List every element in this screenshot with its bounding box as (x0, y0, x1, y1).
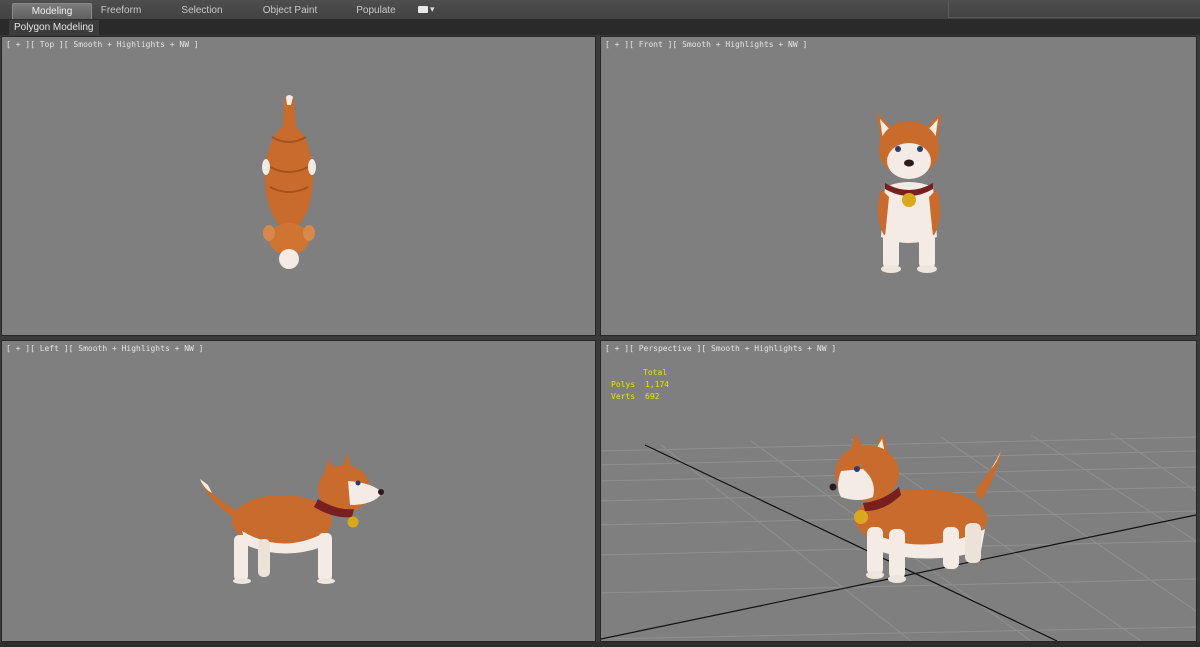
stats-header: Total (643, 368, 668, 377)
stats-overlay: Total Polys 1,174 Verts 692 (611, 367, 669, 403)
stats-polys-label: Polys (611, 380, 636, 389)
dog-model-left-view (200, 453, 384, 584)
viewport-front[interactable]: [ + ][ Front ][ Smooth + Highlights + NW… (600, 36, 1197, 336)
status-bar-strip (0, 642, 1200, 647)
dog-model-perspective (829, 433, 1001, 583)
viewport-left[interactable]: [ + ][ Left ][ Smooth + Highlights + NW … (1, 340, 596, 642)
tab-object-paint[interactable]: Object Paint (252, 3, 328, 18)
ribbon-subpanel: Polygon Modeling (0, 20, 1200, 35)
ribbon-options-icon[interactable]: ▾ (418, 4, 440, 16)
stats-polys-value: 1,174 (645, 380, 670, 389)
tab-populate[interactable]: Populate (346, 3, 406, 18)
viewport-label-left[interactable]: [ + ][ Left ][ Smooth + Highlights + NW … (6, 344, 203, 353)
viewport-label-top[interactable]: [ + ][ Top ][ Smooth + Highlights + NW ] (6, 40, 199, 49)
viewport-perspective[interactable]: [ + ][ Perspective ][ Smooth + Highlight… (600, 340, 1197, 642)
dog-model-front-view (877, 113, 941, 273)
stats-verts-label: Verts (611, 392, 636, 401)
tab-freeform[interactable]: Freeform (92, 3, 150, 18)
subtab-polygon-modeling[interactable]: Polygon Modeling (9, 20, 99, 35)
tab-selection[interactable]: Selection (172, 3, 232, 18)
perspective-scene (601, 432, 1196, 641)
viewport-label-front[interactable]: [ + ][ Front ][ Smooth + Highlights + NW… (605, 40, 807, 49)
stats-verts-value: 692 (645, 392, 660, 401)
ribbon-tab-bar: Modeling Freeform Selection Object Paint… (0, 0, 1200, 20)
ribbon-divider (948, 1, 1200, 18)
viewport-label-perspective[interactable]: [ + ][ Perspective ][ Smooth + Highlight… (605, 344, 836, 353)
viewport-top[interactable]: [ + ][ Top ][ Smooth + Highlights + NW ] (1, 36, 596, 336)
dog-model-top-view (262, 95, 316, 269)
tab-modeling[interactable]: Modeling (12, 3, 92, 19)
